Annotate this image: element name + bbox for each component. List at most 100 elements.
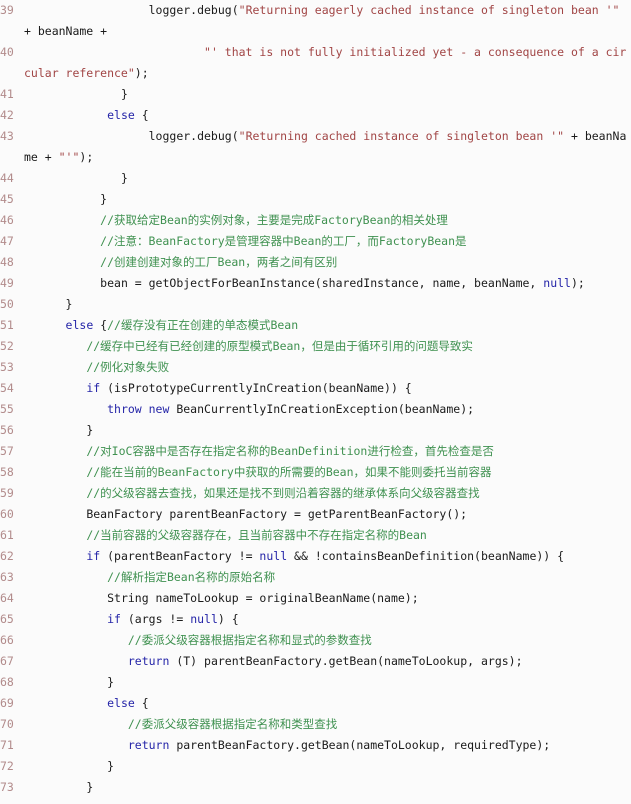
token-cmt: //解析指定Bean名称的原始名称 [107, 570, 276, 584]
code-line[interactable]: 47 //注意：BeanFactory是管理容器中Bean的工厂，而Factor… [0, 231, 631, 252]
token-plain: } [120, 171, 128, 185]
code-text: } [24, 759, 114, 773]
line-number: 66 [0, 633, 14, 647]
token-cmt: //当前容器的父级容器存在，且当前容器中不存在指定名称的Bean [86, 528, 427, 542]
line-number: 41 [0, 87, 14, 101]
token-plain: } [86, 780, 94, 794]
code-text: else { [24, 696, 149, 710]
code-line[interactable]: 55 throw new BeanCurrentlyInCreationExce… [0, 399, 631, 420]
code-line[interactable]: 44 } [0, 168, 631, 189]
line-number: 56 [0, 423, 14, 437]
line-number: 46 [0, 213, 14, 227]
token-plain: { [134, 108, 149, 122]
code-line[interactable]: 48 //创建创建对象的工厂Bean，两者之间有区别 [0, 252, 631, 273]
line-number: 69 [0, 696, 14, 710]
code-text: "' that is not fully initialized yet - a… [24, 45, 626, 80]
line-number: 50 [0, 297, 14, 311]
code-line[interactable]: 39 logger.debug("Returning eagerly cache… [0, 0, 631, 42]
code-line[interactable]: 43 logger.debug("Returning cached instan… [0, 126, 631, 168]
code-line[interactable]: 52 //缓存中已经有已经创建的原型模式Bean，但是由于循环引用的问题导致实 [0, 336, 631, 357]
line-number: 57 [0, 444, 14, 458]
code-line[interactable]: 63 //解析指定Bean名称的原始名称 [0, 567, 631, 588]
token-plain: } [107, 675, 115, 689]
token-cmt: //缓存没有正在创建的单态模式Bean [107, 318, 299, 332]
code-line[interactable]: 69 else { [0, 693, 631, 714]
code-line[interactable]: 62 if (parentBeanFactory != null && !con… [0, 546, 631, 567]
line-number: 59 [0, 486, 14, 500]
code-text: } [24, 297, 73, 311]
token-cmt: //能在当前的BeanFactory中获取的所需要的Bean，如果不能则委托当前… [86, 465, 492, 479]
token-cmt: //对IoC容器中是否存在指定名称的BeanDefinition进行检查，首先检… [86, 444, 494, 458]
code-text: else { [24, 108, 149, 122]
line-number: 45 [0, 192, 14, 206]
code-text: //缓存中已经有已经创建的原型模式Bean，但是由于循环引用的问题导致实 [24, 339, 473, 353]
code-listing[interactable]: 39 logger.debug("Returning eagerly cache… [0, 0, 631, 804]
code-text: //委派父级容器根据指定名称和显式的参数查找 [24, 633, 372, 647]
code-line[interactable]: 56 } [0, 420, 631, 441]
code-text: String nameToLookup = originalBeanName(n… [24, 591, 419, 605]
code-text: } [24, 675, 114, 689]
token-kw: return [127, 738, 170, 752]
code-line[interactable]: 51 else {//缓存没有正在创建的单态模式Bean [0, 315, 631, 336]
code-line[interactable]: 66 //委派父级容器根据指定名称和显式的参数查找 [0, 630, 631, 651]
code-line[interactable]: 73 } [0, 777, 631, 798]
code-line[interactable]: 53 //例化对象失败 [0, 357, 631, 378]
code-line[interactable]: 41 } [0, 84, 631, 105]
token-kw: null [543, 276, 571, 290]
code-line[interactable]: 58 //能在当前的BeanFactory中获取的所需要的Bean，如果不能则委… [0, 462, 631, 483]
code-line[interactable]: 61 //当前容器的父级容器存在，且当前容器中不存在指定名称的Bean [0, 525, 631, 546]
code-text: //注意：BeanFactory是管理容器中Bean的工厂，而FactoryBe… [24, 234, 467, 248]
code-line[interactable]: 59 //的父级容器去查找，如果还是找不到则沿着容器的继承体系向父级容器查找 [0, 483, 631, 504]
code-line[interactable]: 50 } [0, 294, 631, 315]
token-kw: if [107, 612, 121, 626]
code-line[interactable]: 64 String nameToLookup = originalBeanNam… [0, 588, 631, 609]
token-kw: if [86, 549, 101, 563]
code-text: //例化对象失败 [24, 360, 169, 374]
line-number: 55 [0, 402, 14, 416]
code-line[interactable]: 45 } [0, 189, 631, 210]
code-line[interactable]: 70 //委派父级容器根据指定名称和类型查找 [0, 714, 631, 735]
code-line[interactable]: 46 //获取给定Bean的实例对象，主要是完成FactoryBean的相关处理 [0, 210, 631, 231]
code-text: if (args != null) { [24, 612, 239, 626]
line-number: 39 [0, 3, 14, 17]
code-text: } [24, 423, 93, 437]
code-line[interactable]: 67 return (T) parentBeanFactory.getBean(… [0, 651, 631, 672]
code-text: //委派父级容器根据指定名称和类型查找 [24, 717, 337, 731]
token-kw: null [259, 549, 288, 563]
token-kw: if [86, 381, 101, 395]
line-number: 73 [0, 780, 14, 794]
code-text: if (isPrototypeCurrentlyInCreation(beanN… [24, 381, 411, 395]
code-line[interactable]: 68 } [0, 672, 631, 693]
code-text: bean = getObjectForBeanInstance(sharedIn… [24, 276, 585, 290]
code-line[interactable]: 42 else { [0, 105, 631, 126]
code-line[interactable]: 54 if (isPrototypeCurrentlyInCreation(be… [0, 378, 631, 399]
token-plain: ); [79, 150, 94, 164]
code-line[interactable]: 65 if (args != null) { [0, 609, 631, 630]
code-line[interactable]: 40 "' that is not fully initialized yet … [0, 42, 631, 84]
code-line[interactable]: 57 //对IoC容器中是否存在指定名称的BeanDefinition进行检查，… [0, 441, 631, 462]
token-plain: (parentBeanFactory != [100, 549, 260, 563]
line-number: 49 [0, 276, 14, 290]
token-cmt: //缓存中已经有已经创建的原型模式Bean，但是由于循环引用的问题导致实 [86, 339, 473, 353]
token-cmt: //注意：BeanFactory是管理容器中Bean的工厂，而FactoryBe… [100, 234, 467, 248]
code-line[interactable]: 49 bean = getObjectForBeanInstance(share… [0, 273, 631, 294]
code-line[interactable]: 72 } [0, 756, 631, 777]
code-line[interactable]: 71 return parentBeanFactory.getBean(name… [0, 735, 631, 756]
code-line[interactable]: 60 BeanFactory parentBeanFactory = getPa… [0, 504, 631, 525]
code-text: if (parentBeanFactory != null && !contai… [24, 549, 564, 563]
token-plain: logger.debug( [148, 129, 239, 143]
token-plain: ) { [217, 612, 239, 626]
